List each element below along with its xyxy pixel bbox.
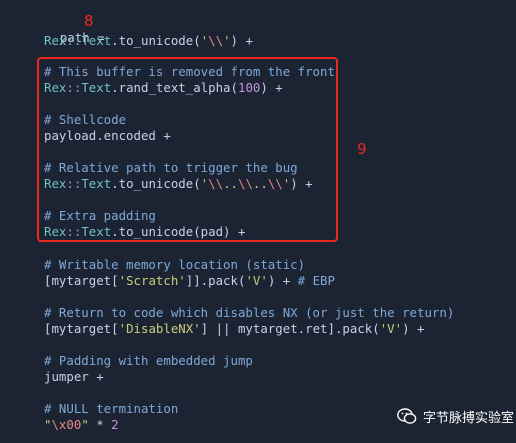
code-token: ) + [230, 33, 253, 48]
class-token: Rex [44, 33, 67, 48]
code-token: [mytarget[ [44, 321, 119, 336]
string-literal: 'DisableNX' [118, 321, 201, 336]
code-token: ) + [267, 273, 298, 288]
code-line-2: Rex::Text.to_unicode('\\') + [44, 33, 253, 49]
escape-sequence: \\ [208, 33, 224, 48]
method-call: .to_unicode( [111, 33, 201, 48]
code-token: [mytarget[ [44, 273, 119, 288]
string-literal: 'V' [245, 273, 268, 288]
code-line-18: "\x00" * 2 [44, 417, 119, 433]
code-comment: # NULL termination [44, 401, 179, 416]
code-line-13: # Return to code which disables NX (or j… [44, 305, 454, 321]
code-comment: # Padding with embedded jump [44, 353, 253, 368]
code-line-15: # Padding with embedded jump [44, 353, 253, 369]
string-literal: 'Scratch' [118, 273, 186, 288]
code-comment: # EBP [297, 273, 335, 288]
escape-sequence: \x00 [51, 417, 82, 432]
class-token: Text [81, 33, 112, 48]
scope-operator: :: [66, 33, 82, 48]
string-literal: 'V' [379, 321, 403, 336]
code-line-11: # Writable memory location (static) [44, 257, 305, 273]
code-token: ] || mytarget.ret].pack( [200, 321, 380, 336]
code-comment: # Writable memory location (static) [44, 257, 306, 272]
code-token: ]].pack( [185, 273, 246, 288]
code-token: jumper + [44, 369, 104, 384]
annotation-mark-8: 8 [84, 12, 94, 30]
watermark-text: 字节脉搏实验室 [423, 411, 515, 426]
number-literal: 2 [111, 417, 119, 432]
code-comment: # Return to code which disables NX (or j… [44, 305, 455, 320]
string-quote: " [81, 417, 89, 432]
code-line-17: # NULL termination [44, 401, 178, 417]
highlight-box [37, 57, 338, 242]
code-line-1: path = [30, 14, 112, 45]
wechat-icon [397, 408, 417, 425]
code-token: ) + [402, 321, 425, 336]
watermark: 字节脉搏实验室 [397, 407, 514, 426]
code-line-16: jumper + [44, 369, 104, 385]
code-line-14: [mytarget['DisableNX'] || mytarget.ret].… [44, 321, 425, 337]
string-quote: ' [223, 33, 231, 48]
code-token: * [88, 417, 112, 432]
annotation-mark-9: 9 [357, 140, 367, 158]
code-line-12: [mytarget['Scratch']].pack('V') + # EBP [44, 273, 335, 289]
